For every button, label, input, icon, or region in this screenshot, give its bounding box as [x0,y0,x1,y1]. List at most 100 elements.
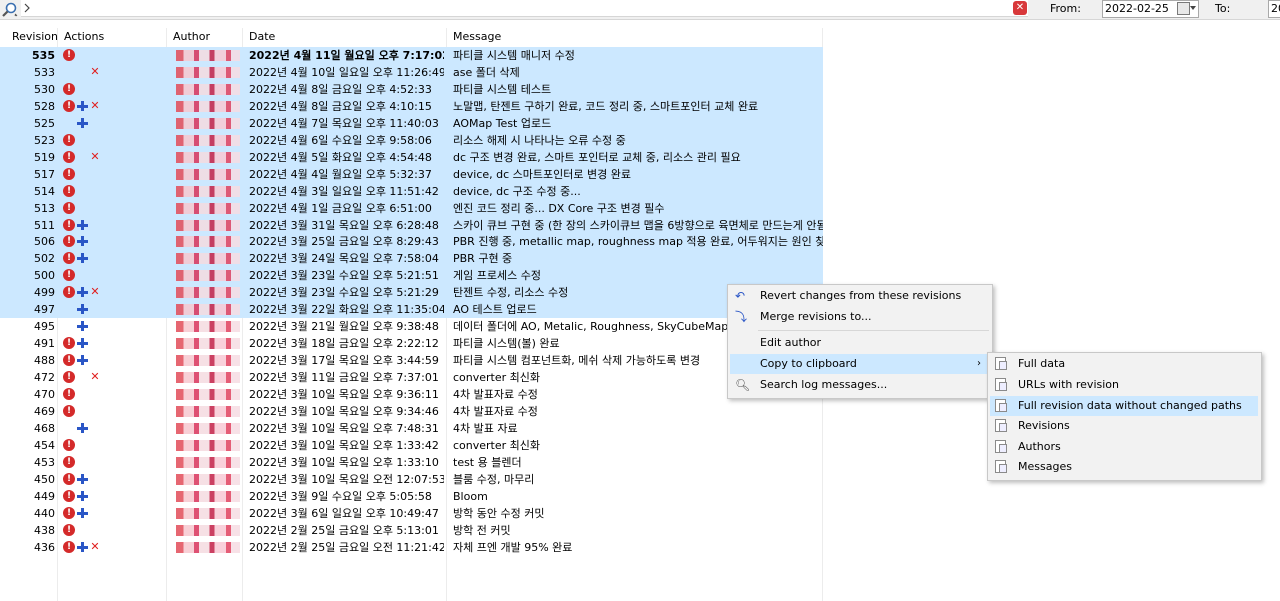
table-row[interactable]: 453 2022년 3월 10일 목요일 오후 1:33:10 test 용 블렌더 [0,454,823,471]
table-row[interactable]: 4912022년 3월 18일 금요일 오후 2:22:12파티클 시스템(볼)… [0,335,823,352]
actions-cell [63,335,163,352]
added-icon [76,320,88,332]
revision-number: 517 [34,167,55,181]
table-row[interactable]: 469 2022년 3월 10일 목요일 오후 9:34:46 4차 발표자료 수정 [0,403,823,420]
calendar-icon[interactable] [1177,2,1190,15]
column-header-date[interactable]: Date [249,28,275,45]
table-row[interactable]: 511 2022년 3월 31일 목요일 오후 6:28:48 스카이 큐브 구현 … [0,216,823,234]
message-cell: 4차 발표 자료 [453,421,518,435]
message-cell: PBR 진행 중, metallic map, roughness map 적용… [453,235,823,249]
added-icon [76,286,88,298]
table-row[interactable]: 519 2022년 4월 5일 화요일 오후 4:54:48 dc 구조 변경 완료… [0,148,823,166]
table-row[interactable]: 450 2022년 3월 10일 목요일 오전 12:07:53 블룸 수정, 마무… [0,471,823,488]
message-cell: dc 구조 변경 완료, 스마트 포인터로 교체 중, 리소스 관리 필요 [453,150,741,164]
modified-icon [63,82,75,95]
submenu-item-messages[interactable]: Messages [990,457,1258,477]
to-date-picker[interactable]: 20 [1268,0,1280,18]
table-row[interactable]: 4882022년 3월 17일 목요일 오후 3:44:59파티클 시스템 컴포… [0,352,823,369]
modified-icon [63,269,75,282]
table-row[interactable]: 500 2022년 3월 23일 수요일 오후 5:21:51 게임 프로세스 수정 [0,267,823,285]
clear-filter-icon[interactable]: ✕ [1013,1,1027,15]
table-row[interactable]: 517 2022년 4월 4일 월요일 오후 5:32:37 device, dc … [0,165,823,183]
submenu-item-revisions[interactable]: Revisions [990,416,1258,436]
column-header-revision[interactable]: Revision [12,28,58,45]
column-header-actions[interactable]: Actions [64,28,104,45]
revision-number: 495 [34,320,55,334]
date-cell: 2022년 3월 9일 수요일 오후 5:05:58 [249,489,432,503]
table-row[interactable]: 514 2022년 4월 3일 일요일 오후 11:51:42 device, dc… [0,182,823,200]
added-icon [76,117,88,129]
column-header-author[interactable]: Author [173,28,210,45]
actions-cell [63,183,163,200]
table-row[interactable]: 497 2022년 3월 22일 화요일 오후 11:35:04 AO 테스트 업로… [0,301,823,319]
redacted-author [176,304,240,316]
table-row[interactable]: 495 2022년 3월 21일 월요일 오후 9:38:48 데이터 폴더에 AO… [0,318,823,335]
table-row[interactable]: 525 2022년 4월 7일 목요일 오후 11:40:03 AOMap Test… [0,114,823,132]
message-cell: PBR 구현 중 [453,252,513,266]
table-row[interactable]: 454 2022년 3월 10일 목요일 오후 1:33:42 converter … [0,437,823,454]
submenu-item-full-data[interactable]: Full data [990,354,1258,374]
redacted-author [176,50,240,61]
date-cell: 2022년 3월 10일 목요일 오후 7:48:31 [249,421,439,435]
table-row[interactable]: 535 2022년 4월 11일 월요일 오후 7:17:02 파티클 시스템 매니… [0,47,823,64]
menu-item-merge[interactable]: ⤵ Merge revisions to... [730,307,989,327]
table-row[interactable]: 513 2022년 4월 1일 금요일 오후 6:51:00 엔진 코드 정리 중.… [0,199,823,217]
date-cell: 2022년 3월 17일 목요일 오후 3:44:59 [249,354,439,368]
filter-bar: ✕ From: 2022-02-25 To: 20 [0,0,1280,20]
submenu-item-urls[interactable]: URLs with revision [990,375,1258,395]
chevron-down-icon[interactable] [1190,6,1196,10]
table-row[interactable]: 440 2022년 3월 6일 일요일 오후 10:49:47 방학 동안 수정 커… [0,505,823,522]
actions-cell [63,64,163,81]
submenu-item-authors[interactable]: Authors [990,437,1258,457]
table-row[interactable]: 4702022년 3월 10일 목요일 오후 9:36:114차 발표자료 수정 [0,386,823,403]
submenu-item-full-no-paths[interactable]: Full revision data without changed paths [990,396,1258,416]
search-icon: 🔍︎ [735,378,751,392]
table-row[interactable]: 530 2022년 4월 8일 금요일 오후 4:52:33 파티클 시스템 테스트 [0,80,823,98]
revision-number: 491 [34,337,55,351]
actions-cell [63,200,163,217]
author-cell [176,420,242,437]
search-icon[interactable] [1,1,18,18]
message-cell: device, dc 구조 수정 중... [453,184,581,198]
date-cell: 2022년 4월 5일 화요일 오후 4:54:48 [249,150,432,164]
modified-icon [63,235,75,248]
author-cell [176,488,242,505]
author-cell [176,335,242,352]
actions-cell [63,437,163,454]
table-row[interactable]: 523 2022년 4월 6일 수요일 오후 9:58:06 리소스 해제 시 나타… [0,131,823,149]
table-row[interactable]: 502 2022년 3월 24일 목요일 오후 7:58:04 PBR 구현 중 [0,250,823,268]
author-cell [176,250,242,267]
actions-cell [63,132,163,149]
menu-item-edit-author[interactable]: Edit author [730,333,989,353]
actions-cell [63,403,163,420]
redacted-author [176,321,240,333]
search-input[interactable] [21,0,1028,17]
actions-cell [63,471,163,488]
actions-cell [63,267,163,284]
column-header-message[interactable]: Message [453,28,501,45]
revision-log-list[interactable]: Revision Actions Author Date Message 535… [0,28,823,601]
table-row[interactable]: 528 2022년 4월 8일 금요일 오후 4:10:15 노말맵, 탄젠트 구하… [0,97,823,115]
table-row[interactable]: 468 2022년 3월 10일 목요일 오후 7:48:31 4차 발표 자료 [0,420,823,437]
table-row[interactable]: 533 2022년 4월 10일 일요일 오후 11:26:49 ase 폴더 삭제 [0,63,823,81]
revision-number: 506 [34,235,55,249]
menu-item-search-log[interactable]: 🔍︎ Search log messages... [730,375,989,395]
menu-item-revert[interactable]: ↶ Revert changes from these revisions [730,286,989,306]
message-cell: converter 최신화 [453,438,541,452]
date-cell: 2022년 3월 22일 화요일 오후 11:35:04 [249,303,444,317]
table-row[interactable]: 4722022년 3월 11일 금요일 오후 7:37:01converter … [0,369,823,386]
message-cell: 리소스 해제 시 나타나는 오류 수정 중 [453,133,626,147]
menu-item-copy-to-clipboard[interactable]: Copy to clipboard › [730,354,989,374]
revision-number: 468 [34,421,55,435]
actions-cell [63,352,163,369]
table-row[interactable]: 506 2022년 3월 25일 금요일 오후 8:29:43 PBR 진행 중, … [0,233,823,251]
revision-number: 449 [34,489,55,503]
table-row[interactable]: 4992022년 3월 23일 수요일 오후 5:21:29탄젠트 수정, 리소… [0,284,823,302]
to-date-value: 20 [1271,2,1280,15]
table-row[interactable]: 438 2022년 2월 25일 금요일 오후 5:13:01 방학 전 커밋 [0,522,823,539]
table-row[interactable]: 436 2022년 2월 25일 금요일 오전 11:21:42 자체 프엔 개발 … [0,539,823,556]
revision-number: 514 [34,184,55,198]
table-row[interactable]: 449 2022년 3월 9일 수요일 오후 5:05:58 Bloom [0,488,823,505]
date-cell: 2022년 3월 23일 수요일 오후 5:21:29 [249,286,439,300]
actions-cell [63,488,163,505]
